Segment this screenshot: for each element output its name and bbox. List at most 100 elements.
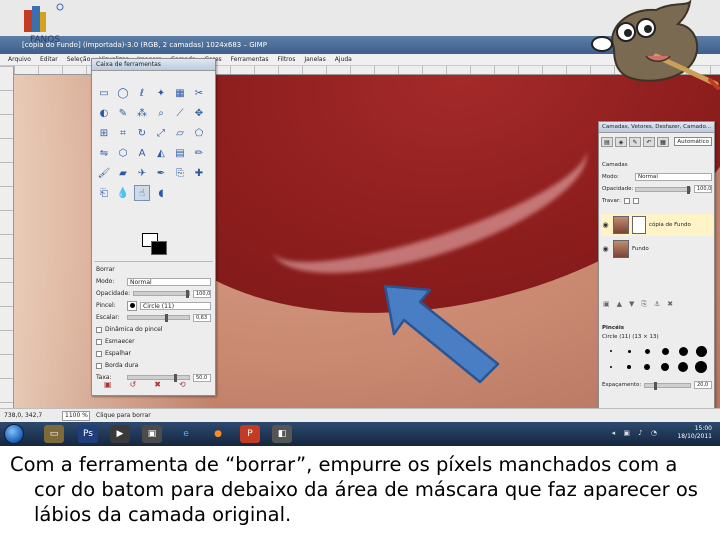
photoshop-icon[interactable]: Ps	[78, 425, 98, 443]
clone-icon[interactable]: ⎘	[172, 165, 188, 181]
color-swatches[interactable]	[140, 231, 170, 257]
duplicate-layer-icon[interactable]: ⎘	[641, 300, 647, 309]
background-color[interactable]	[151, 241, 167, 255]
brush-swatch[interactable]	[621, 344, 637, 358]
ellipse-select-icon[interactable]: ◯	[115, 85, 131, 101]
blur-icon[interactable]: 💧	[115, 185, 131, 201]
blend-icon[interactable]: ▤	[172, 145, 188, 161]
anchor-layer-icon[interactable]: ⚓	[654, 300, 660, 309]
scale-icon[interactable]: ⤢	[153, 125, 169, 141]
brush-swatch[interactable]	[639, 360, 655, 374]
lock-pixels-checkbox[interactable]	[623, 198, 630, 204]
paintbrush-icon[interactable]: 🖌	[96, 165, 112, 181]
save-options-icon[interactable]: ▣	[104, 380, 112, 389]
scissors-icon[interactable]: ✂	[191, 85, 207, 101]
layers-opacity-slider[interactable]	[635, 185, 691, 194]
extra-tab-icon[interactable]: ▦	[657, 137, 669, 147]
reset-options-icon[interactable]: ⟲	[179, 380, 186, 389]
media-player-icon[interactable]: ▶	[110, 425, 130, 443]
cage-icon[interactable]: ⬡	[115, 145, 131, 161]
layer-row[interactable]: ◉ cópia de Fundo	[601, 214, 713, 236]
scale-slider[interactable]	[127, 314, 190, 322]
shear-icon[interactable]: ▱	[172, 125, 188, 141]
menu-edit[interactable]: Editar	[40, 54, 58, 65]
auto-button[interactable]: Automático	[674, 137, 712, 146]
raise-layer-icon[interactable]: ▲	[617, 300, 622, 309]
internet-explorer-icon[interactable]: e	[176, 425, 196, 443]
paths-tab-icon[interactable]: ✎	[629, 137, 641, 147]
airbrush-icon[interactable]: ✈	[134, 165, 150, 181]
fuzzy-select-icon[interactable]: ✦	[153, 85, 169, 101]
brush-swatch[interactable]	[657, 360, 673, 374]
paths-icon[interactable]: ✎	[115, 105, 131, 121]
heal-icon[interactable]: ✚	[191, 165, 207, 181]
brush-swatch[interactable]	[603, 344, 619, 358]
rect-select-icon[interactable]: ▭	[96, 85, 112, 101]
restore-options-icon[interactable]: ↺	[130, 380, 137, 389]
powerpoint-icon[interactable]: P	[240, 425, 260, 443]
spacing-value[interactable]: 20,0	[694, 381, 712, 389]
eye-icon[interactable]: ◉	[601, 221, 610, 229]
rotate-icon[interactable]: ↻	[134, 125, 150, 141]
color-select-icon[interactable]: ▦	[172, 85, 188, 101]
menu-help[interactable]: Ajuda	[335, 54, 352, 65]
menu-tools[interactable]: Ferramentas	[231, 54, 269, 65]
move-icon[interactable]: ✥	[191, 105, 207, 121]
layer-mask-thumbnail[interactable]	[632, 216, 646, 234]
eye-icon[interactable]: ◉	[601, 245, 610, 253]
layers-tab-icon[interactable]: ▤	[601, 137, 613, 147]
brush-preview-icon[interactable]	[127, 300, 137, 311]
brush-swatch[interactable]	[657, 344, 673, 358]
brush-name[interactable]: Circle (11)	[140, 301, 211, 310]
free-select-icon[interactable]: ℓ	[134, 85, 150, 101]
align-icon[interactable]: ⊞	[96, 125, 112, 141]
system-tray-icons[interactable]: ◂ ▣ ♪ ◔	[612, 429, 660, 437]
brush-swatch[interactable]	[639, 344, 655, 358]
perspective-clone-icon[interactable]: ⎗	[96, 185, 112, 201]
perspective-icon[interactable]: ⬠	[191, 125, 207, 141]
dynamics-checkbox[interactable]	[96, 326, 102, 333]
gimp-task-icon[interactable]: ◧	[272, 425, 292, 443]
layers-mode-select[interactable]: Normal	[635, 173, 712, 181]
foreground-select-icon[interactable]: ◐	[96, 105, 112, 121]
crop-icon[interactable]: ⌗	[115, 125, 131, 141]
hard-edge-checkbox[interactable]	[96, 362, 102, 369]
window-icon[interactable]: ▣	[142, 425, 162, 443]
menu-select[interactable]: Seleção	[67, 54, 91, 65]
undo-tab-icon[interactable]: ↶	[643, 137, 655, 147]
firefox-icon[interactable]: ●	[208, 425, 228, 443]
channels-tab-icon[interactable]: ◈	[615, 137, 627, 147]
spacing-slider[interactable]	[644, 381, 691, 390]
menu-filters[interactable]: Filtros	[277, 54, 295, 65]
scale-value[interactable]: 0,63	[193, 313, 211, 322]
measure-icon[interactable]: ⟋	[172, 105, 188, 121]
opacity-value[interactable]: 100,0	[193, 289, 211, 298]
brush-swatch[interactable]	[603, 360, 619, 374]
opacity-slider[interactable]	[133, 290, 190, 298]
jitter-checkbox[interactable]	[96, 350, 102, 357]
color-picker-icon[interactable]: ⁂	[134, 105, 150, 121]
brush-swatch[interactable]	[621, 360, 637, 374]
lock-alpha-checkbox[interactable]	[632, 198, 639, 204]
brush-swatch[interactable]	[693, 360, 709, 374]
layers-opacity-value[interactable]: 100,0	[694, 185, 712, 193]
zoom-icon[interactable]: ⌕	[153, 105, 169, 121]
bucket-fill-icon[interactable]: ◭	[153, 145, 169, 161]
ink-icon[interactable]: ✒	[153, 165, 169, 181]
pencil-icon[interactable]: ✏	[191, 145, 207, 161]
delete-options-icon[interactable]: ✖	[154, 380, 161, 389]
new-layer-icon[interactable]: ▣	[603, 300, 610, 309]
start-button-icon[interactable]	[4, 424, 24, 444]
lower-layer-icon[interactable]: ▼	[629, 300, 634, 309]
brush-swatch[interactable]	[675, 360, 691, 374]
smudge-icon[interactable]: ☝	[134, 185, 150, 201]
explorer-icon[interactable]: ▭	[44, 425, 64, 443]
eraser-icon[interactable]: ▰	[115, 165, 131, 181]
delete-layer-icon[interactable]: ✖	[667, 300, 673, 309]
brush-swatch[interactable]	[675, 344, 691, 358]
menu-windows[interactable]: Janelas	[304, 54, 325, 65]
layer-row[interactable]: ◉ Fundo	[601, 238, 713, 260]
clock[interactable]: 15:00 18/10/2011	[677, 425, 712, 441]
flip-icon[interactable]: ⇋	[96, 145, 112, 161]
menu-file[interactable]: Arquivo	[8, 54, 31, 65]
